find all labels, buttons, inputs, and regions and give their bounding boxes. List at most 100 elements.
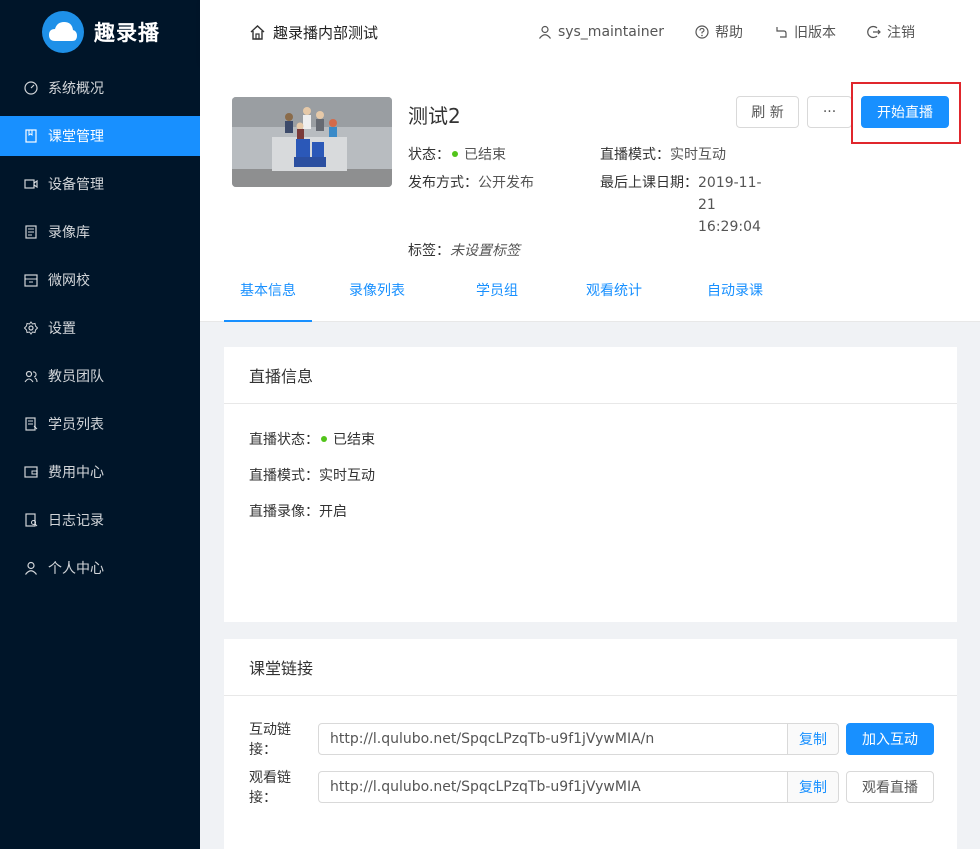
status-dot xyxy=(321,436,327,442)
breadcrumb[interactable]: 趣录播内部测试 xyxy=(249,22,378,43)
tab-basic-info[interactable]: 基本信息 xyxy=(224,280,312,322)
tab-view-stats[interactable]: 观看统计 xyxy=(552,280,676,322)
sidebar-item-label: 设置 xyxy=(48,321,76,337)
video-library-icon xyxy=(24,225,38,239)
live-mode-value: 实时互动 xyxy=(319,468,375,484)
sidebar-item-video-library[interactable]: 录像库 xyxy=(0,212,200,252)
tab-student-groups[interactable]: 学员组 xyxy=(442,280,552,322)
sidebar-item-label: 个人中心 xyxy=(48,561,104,577)
camera-icon xyxy=(24,177,38,191)
last-date-label: 最后上课日期： xyxy=(600,175,698,191)
school-icon xyxy=(24,273,38,287)
class-links-card: 课堂链接 互动链接： http://l.qulubo.net/SpqcLPzqT… xyxy=(224,639,957,849)
sidebar: 趣录播 系统概况 课堂管理 设备管理 录像库 微网校 设置 教员团队 学员列表 … xyxy=(0,0,200,849)
logout-link[interactable]: 注销 xyxy=(867,22,915,42)
sidebar-item-label: 设备管理 xyxy=(48,177,104,193)
class-links-title: 课堂链接 xyxy=(224,639,957,696)
sidebar-item-settings[interactable]: 设置 xyxy=(0,308,200,348)
watch-live-button[interactable]: 观看直播 xyxy=(846,771,934,803)
team-icon xyxy=(24,369,38,383)
sidebar-item-devices[interactable]: 设备管理 xyxy=(0,164,200,204)
help-link[interactable]: 帮助 xyxy=(695,22,743,42)
sidebar-item-overview[interactable]: 系统概况 xyxy=(0,68,200,108)
sidebar-item-label: 录像库 xyxy=(48,225,90,241)
old-version-link[interactable]: 旧版本 xyxy=(774,22,836,42)
live-status-value: 已结束 xyxy=(333,432,375,448)
username: sys_maintainer xyxy=(557,24,664,40)
join-interactive-button[interactable]: 加入互动 xyxy=(846,723,934,755)
status-value: 已结束 xyxy=(464,147,506,163)
dashboard-icon xyxy=(24,81,38,95)
sidebar-item-students[interactable]: 学员列表 xyxy=(0,404,200,444)
header-actions: sys_maintainer 帮助 旧版本 注销 xyxy=(538,0,980,64)
status-dot xyxy=(452,151,458,157)
question-circle-icon xyxy=(695,25,709,39)
live-mode-field: 直播模式：实时互动 xyxy=(249,465,375,485)
sidebar-item-label: 系统概况 xyxy=(48,81,104,97)
tags-value[interactable]: 未设置标签 xyxy=(450,243,520,259)
interactive-link-label: 互动链接： xyxy=(249,722,291,758)
live-record-label: 直播录像： xyxy=(249,504,319,520)
logo[interactable]: 趣录播 xyxy=(0,0,200,64)
live-info-title: 直播信息 xyxy=(224,347,957,404)
publish-label: 发布方式： xyxy=(408,175,478,191)
tab-recordings[interactable]: 录像列表 xyxy=(312,280,442,322)
student-list-icon xyxy=(24,417,38,431)
logout-icon xyxy=(867,25,881,39)
logout-label: 注销 xyxy=(887,25,915,41)
live-status-field: 直播状态： 已结束 xyxy=(249,429,375,449)
sidebar-item-school[interactable]: 微网校 xyxy=(0,260,200,300)
sidebar-menu: 系统概况 课堂管理 设备管理 录像库 微网校 设置 教员团队 学员列表 费用中心… xyxy=(0,68,200,588)
course-tabs: 基本信息 录像列表 学员组 观看统计 自动录课 xyxy=(224,280,794,322)
tab-auto-record[interactable]: 自动录课 xyxy=(676,280,794,322)
course-title: 测试2 xyxy=(408,104,461,128)
interactive-link-input[interactable]: http://l.qulubo.net/SpqcLPzqTb-u9f1jVywM… xyxy=(318,723,788,755)
home-icon xyxy=(250,24,265,40)
app-name: 趣录播 xyxy=(94,21,160,45)
sidebar-item-logs[interactable]: 日志记录 xyxy=(0,500,200,540)
interactive-link-row: 互动链接： http://l.qulubo.net/SpqcLPzqTb-u9f… xyxy=(249,719,934,759)
copy-interactive-button[interactable]: 复制 xyxy=(788,723,839,755)
last-date-line: 16:29:04 xyxy=(698,219,761,235)
live-mode-label: 直播模式： xyxy=(249,468,319,484)
refresh-button[interactable]: 刷 新 xyxy=(736,96,799,128)
publish-value: 公开发布 xyxy=(478,175,534,191)
sidebar-item-label: 学员列表 xyxy=(48,417,104,433)
live-record-value: 开启 xyxy=(319,504,347,520)
book-icon xyxy=(24,129,38,143)
copy-watch-button[interactable]: 复制 xyxy=(788,771,839,803)
course-status: 状态： 已结束 xyxy=(408,144,506,166)
course-mode: 直播模式：实时互动 xyxy=(600,144,726,166)
old-version-label: 旧版本 xyxy=(794,25,836,41)
sidebar-item-classroom[interactable]: 课堂管理 xyxy=(0,116,200,156)
course-thumbnail[interactable] xyxy=(232,97,392,187)
wallet-icon xyxy=(24,465,38,479)
breadcrumb-label: 趣录播内部测试 xyxy=(273,23,379,42)
watch-link-row: 观看链接： http://l.qulubo.net/SpqcLPzqTb-u9f… xyxy=(249,767,934,807)
start-live-button[interactable]: 开始直播 xyxy=(861,96,949,128)
last-date-value: 2019-11- 21 16:29:04 xyxy=(698,172,762,238)
tags-label: 标签： xyxy=(408,243,450,259)
live-info-card: 直播信息 直播状态： 已结束 直播模式：实时互动 直播录像：开启 xyxy=(224,347,957,622)
user-icon xyxy=(24,561,38,575)
cloud-logo-icon xyxy=(42,11,84,53)
course-last-date: 最后上课日期： 2019-11- 21 16:29:04 xyxy=(600,172,762,238)
live-status-label: 直播状态： xyxy=(249,432,319,448)
mode-value: 实时互动 xyxy=(670,147,726,163)
more-button[interactable]: ··· xyxy=(807,96,852,128)
sidebar-item-team[interactable]: 教员团队 xyxy=(0,356,200,396)
log-icon xyxy=(24,513,38,527)
sidebar-item-label: 费用中心 xyxy=(48,465,104,481)
sidebar-item-billing[interactable]: 费用中心 xyxy=(0,452,200,492)
course-tags: 标签：未设置标签 xyxy=(408,240,520,262)
help-label: 帮助 xyxy=(715,25,743,41)
sidebar-item-label: 微网校 xyxy=(48,273,90,289)
last-date-line: 2019-11- xyxy=(698,175,762,191)
course-header: 测试2 状态： 已结束 发布方式：公开发布 直播模式：实时互动 最后上课日期： 2… xyxy=(200,64,980,322)
rollback-icon xyxy=(776,27,787,38)
user-icon xyxy=(538,25,551,39)
watch-link-input[interactable]: http://l.qulubo.net/SpqcLPzqTb-u9f1jVywM… xyxy=(318,771,788,803)
sidebar-item-profile[interactable]: 个人中心 xyxy=(0,548,200,588)
watch-link-label: 观看链接： xyxy=(249,770,291,806)
user-menu[interactable]: sys_maintainer xyxy=(538,24,664,40)
